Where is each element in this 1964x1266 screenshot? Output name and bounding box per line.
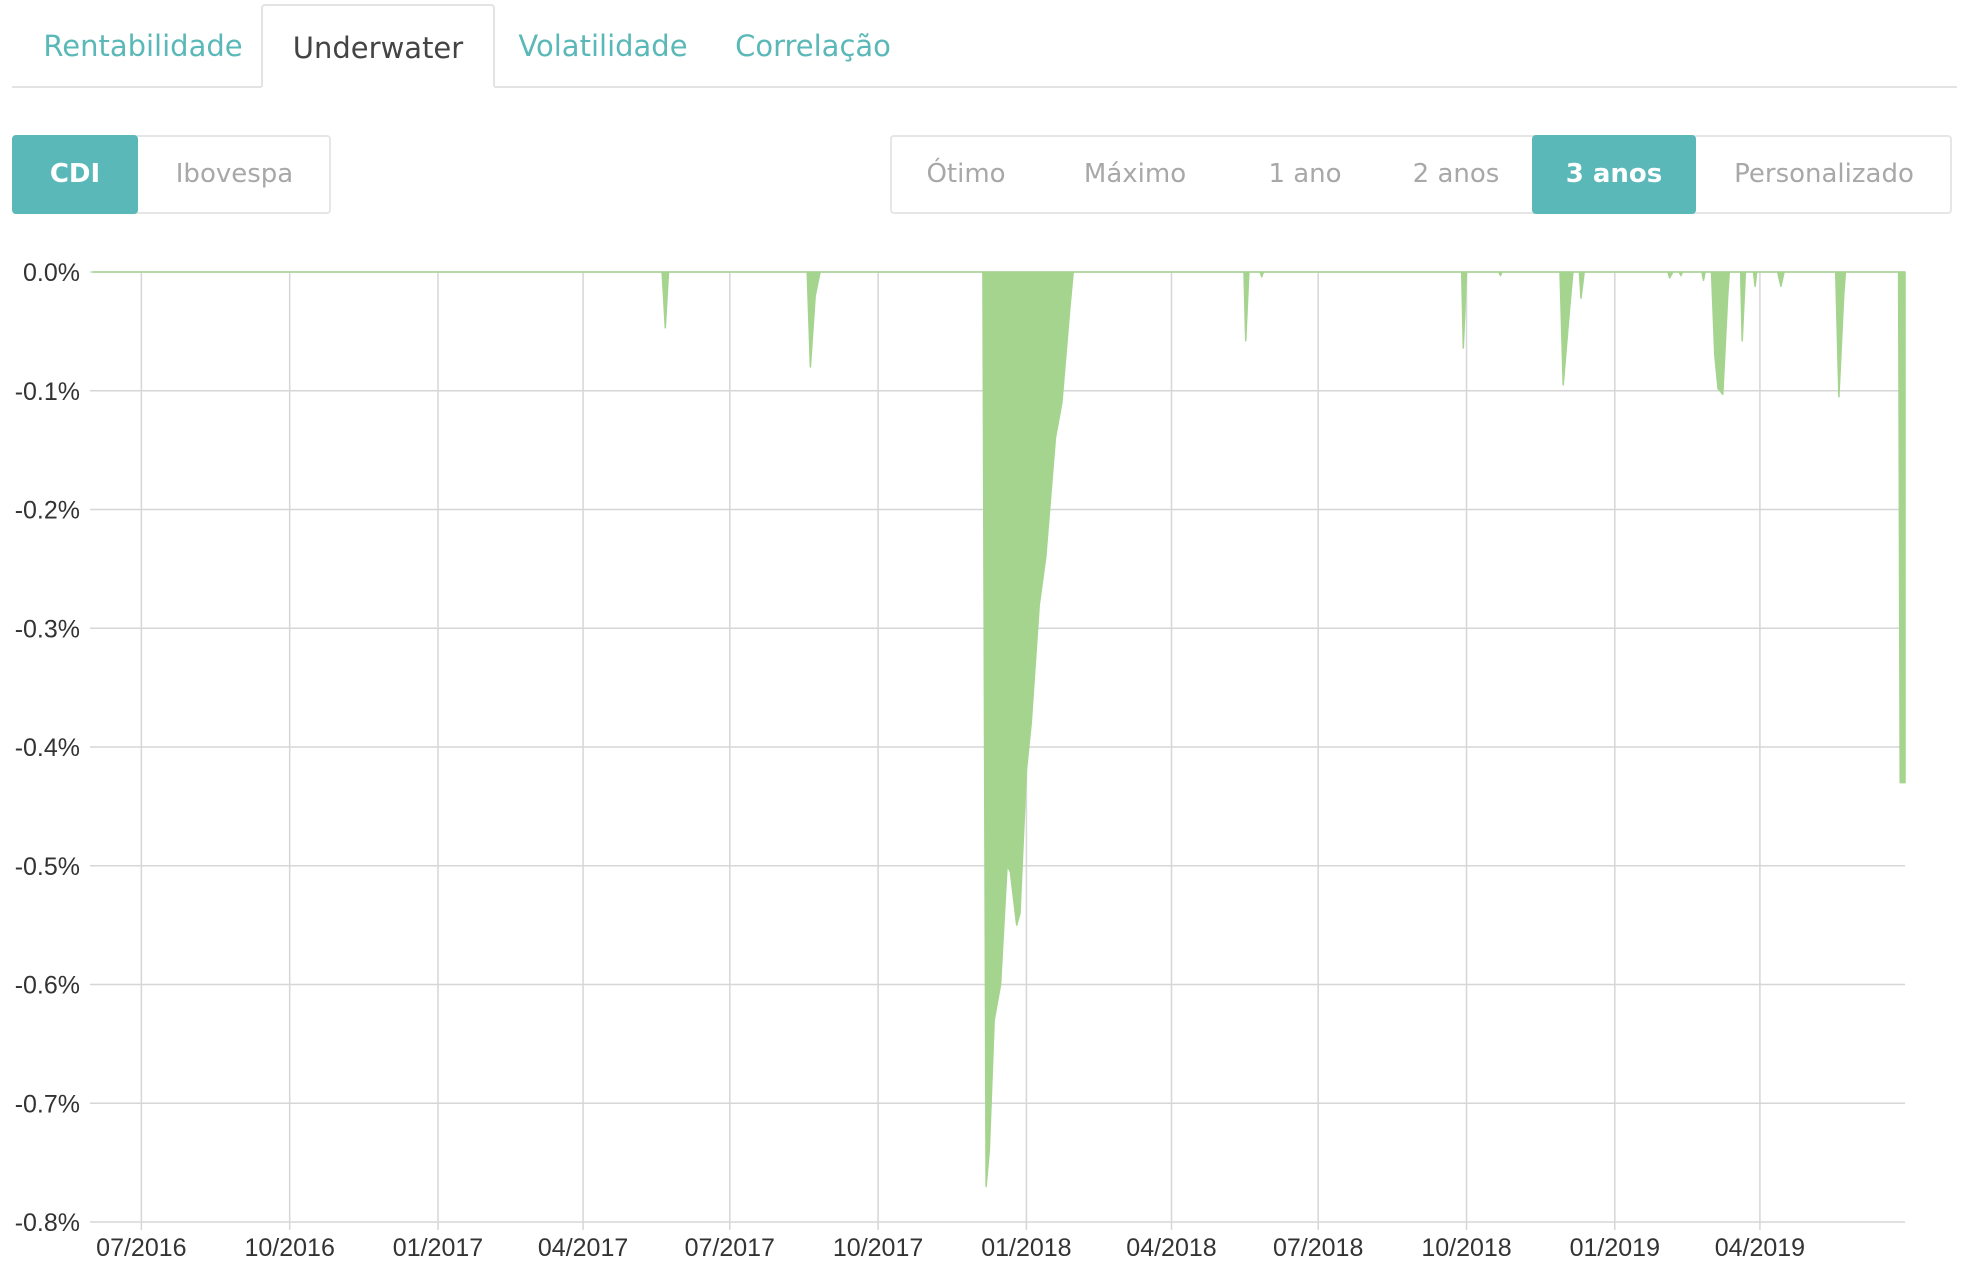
x-tick-label: 04/2019 — [1715, 1234, 1805, 1262]
x-tick-label: 07/2016 — [96, 1234, 186, 1262]
tab-correlacao[interactable]: Correlação — [711, 4, 915, 86]
y-tick-label: -0.8% — [15, 1209, 80, 1237]
x-tick-label: 10/2016 — [244, 1234, 334, 1262]
benchmark-ibovespa-button[interactable]: Ibovespa — [138, 135, 331, 214]
y-tick-label: -0.2% — [15, 497, 80, 525]
x-tick-label: 01/2019 — [1570, 1234, 1660, 1262]
y-axis-ticks: 0.0% -0.1% -0.2% -0.3% -0.4% -0.5% -0.6% -0.7% -… — [15, 259, 80, 1237]
x-tick-label: 04/2018 — [1126, 1234, 1216, 1262]
period-otimo-button[interactable]: Ótimo — [892, 135, 1040, 214]
tab-volatilidade[interactable]: Volatilidade — [495, 4, 711, 86]
y-tick-label: -0.7% — [15, 1090, 80, 1118]
y-tick-label: -0.6% — [15, 972, 80, 1000]
drawdown-area — [92, 271, 1906, 1188]
underwater-chart: 0.0% -0.1% -0.2% -0.3% -0.4% -0.5% -0.6% -0.7% -… — [15, 259, 1906, 1262]
y-tick-label: -0.3% — [15, 615, 80, 643]
x-tick-label: 04/2017 — [538, 1234, 628, 1262]
benchmark-cdi-button[interactable]: CDI — [12, 135, 138, 214]
period-1-ano-button[interactable]: 1 ano — [1230, 135, 1380, 214]
period-3-anos-button[interactable]: 3 anos — [1532, 135, 1696, 214]
period-2-anos-button[interactable]: 2 anos — [1380, 135, 1532, 214]
x-tick-label: 10/2018 — [1421, 1234, 1511, 1262]
x-tick-label: 07/2017 — [685, 1234, 775, 1262]
chart-tabs: Rentabilidade Underwater Volatilidade Co… — [12, 0, 1957, 88]
x-tick-label: 10/2017 — [833, 1234, 923, 1262]
y-tick-label: -0.5% — [15, 853, 80, 881]
x-axis-ticks: 07/2016 10/2016 01/2017 04/2017 07/2017 10/20… — [96, 1234, 1805, 1262]
tab-underwater[interactable]: Underwater — [261, 4, 495, 88]
x-tick-label: 01/2018 — [981, 1234, 1071, 1262]
period-selector: Ótimo Máximo 1 ano 2 anos 3 anos Persona… — [890, 135, 1952, 214]
y-tick-label: -0.4% — [15, 734, 80, 762]
y-tick-label: -0.1% — [15, 378, 80, 406]
benchmark-selector: CDI Ibovespa — [12, 135, 331, 214]
period-personalizado-button[interactable]: Personalizado — [1696, 135, 1952, 214]
chart-plot-area — [92, 271, 1906, 1188]
x-tick-label: 07/2018 — [1273, 1234, 1363, 1262]
x-tick-label: 01/2017 — [393, 1234, 483, 1262]
tab-rentabilidade[interactable]: Rentabilidade — [12, 4, 274, 86]
y-tick-label: 0.0% — [23, 259, 80, 287]
period-maximo-button[interactable]: Máximo — [1040, 135, 1230, 214]
